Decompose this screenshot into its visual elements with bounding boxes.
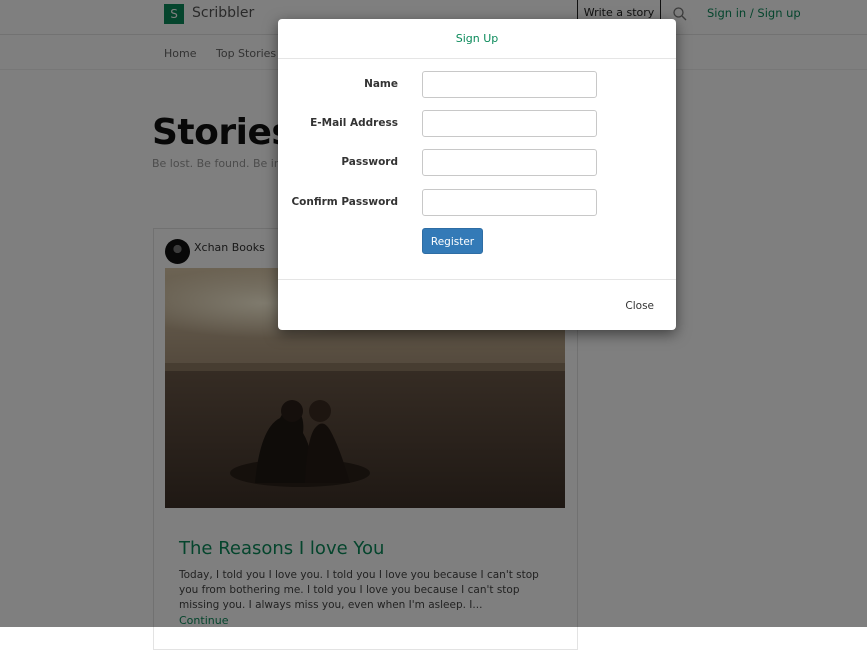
sign-up-modal: Sign Up Name E-Mail Address Password Con…	[278, 19, 676, 330]
email-label: E-Mail Address	[310, 117, 398, 129]
close-button[interactable]: Close	[625, 300, 654, 312]
email-field[interactable]	[422, 110, 597, 137]
register-button[interactable]: Register	[422, 228, 483, 254]
modal-footer: Close	[278, 279, 676, 331]
name-label: Name	[364, 78, 398, 90]
confirm-password-label: Confirm Password	[291, 196, 398, 208]
password-field[interactable]	[422, 149, 597, 176]
name-field[interactable]	[422, 71, 597, 98]
password-label: Password	[341, 156, 398, 168]
modal-header: Sign Up	[278, 19, 676, 59]
confirm-password-field[interactable]	[422, 189, 597, 216]
modal-title: Sign Up	[455, 32, 499, 45]
